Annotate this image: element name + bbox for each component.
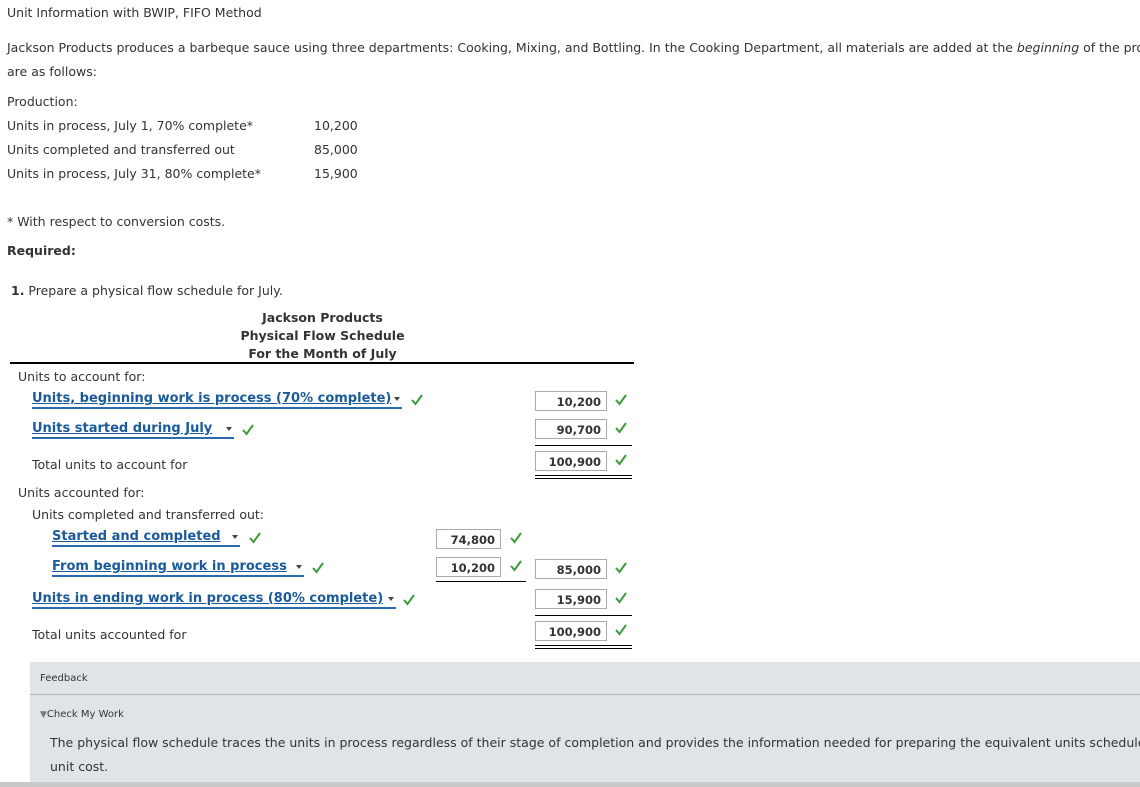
- production-label-completed: Units completed and transferred out: [7, 142, 235, 157]
- subtotal-rule: [535, 445, 632, 446]
- check-icon: [312, 562, 324, 574]
- horizontal-scrollbar[interactable]: [0, 782, 1140, 787]
- double-rule-top: [535, 475, 632, 476]
- started-select[interactable]: Units started during July: [32, 421, 234, 439]
- chevron-down-icon: [226, 427, 232, 431]
- check-icon: [615, 422, 627, 434]
- bwip-select[interactable]: Units, beginning work is process (70% co…: [32, 391, 402, 409]
- production-label-bwip: Units in process, July 1, 70% complete*: [7, 118, 254, 133]
- chevron-down-icon: [296, 565, 302, 569]
- page-title: Unit Information with BWIP, FIFO Method: [7, 5, 262, 20]
- check-icon: [510, 560, 522, 572]
- started-completed-select-label: Started and completed: [52, 529, 221, 544]
- schedule-title: Physical Flow Schedule: [240, 328, 405, 343]
- intro-text-end: of the process.: [1083, 40, 1140, 55]
- check-icon: [403, 594, 415, 606]
- check-icon: [615, 454, 627, 466]
- started-completed-select[interactable]: Started and completed: [52, 529, 240, 547]
- from-bwip-input[interactable]: 10,200: [436, 557, 501, 577]
- completed-subtotal-rule: [436, 581, 526, 582]
- check-icon: [615, 562, 627, 574]
- question-1: 1. Prepare a physical flow schedule for …: [11, 283, 283, 298]
- check-my-work-label: Check My Work: [46, 709, 124, 720]
- required-heading: Required:: [7, 243, 76, 258]
- check-icon: [242, 424, 254, 436]
- production-label-ewip: Units in process, July 31, 80% complete*: [7, 166, 261, 181]
- accounted-subtotal-rule: [535, 615, 632, 616]
- check-icon: [615, 592, 627, 604]
- question-text: Prepare a physical flow schedule for Jul…: [24, 283, 283, 298]
- completed-total-input[interactable]: 85,000: [535, 559, 607, 579]
- double-rule-top: [535, 645, 632, 646]
- check-icon: [615, 394, 627, 406]
- bwip-select-label: Units, beginning work is process (70% co…: [32, 391, 392, 406]
- started-completed-input[interactable]: 74,800: [436, 529, 501, 549]
- total-to-account-input[interactable]: 100,900: [535, 451, 607, 471]
- total-accounted-label: Total units accounted for: [32, 627, 187, 642]
- check-icon: [615, 624, 627, 636]
- check-icon: [510, 532, 522, 544]
- intro-paragraph-cont: are as follows:: [7, 64, 97, 79]
- production-value-bwip: 10,200: [314, 118, 358, 133]
- schedule-company: Jackson Products: [262, 310, 383, 325]
- ewip-select[interactable]: Units in ending work in process (80% com…: [32, 591, 396, 609]
- from-bwip-select-label: From beginning work in process: [52, 559, 287, 574]
- production-heading: Production:: [7, 94, 78, 109]
- started-select-label: Units started during July: [32, 421, 213, 436]
- units-accounted-heading: Units accounted for:: [18, 485, 145, 500]
- production-value-completed: 85,000: [314, 142, 358, 157]
- check-icon: [249, 532, 261, 544]
- feedback-label: Feedback: [40, 673, 88, 684]
- from-bwip-select[interactable]: From beginning work in process: [52, 559, 304, 577]
- started-input[interactable]: 90,700: [535, 419, 607, 439]
- production-value-ewip: 15,900: [314, 166, 358, 181]
- chevron-down-icon: [394, 397, 400, 401]
- bwip-input[interactable]: 10,200: [535, 391, 607, 411]
- total-to-account-label: Total units to account for: [32, 457, 188, 472]
- footnote: * With respect to conversion costs.: [7, 214, 226, 229]
- double-rule-bottom: [535, 648, 632, 649]
- completed-heading: Units completed and transferred out:: [32, 507, 265, 522]
- schedule-period: For the Month of July: [248, 346, 397, 361]
- units-to-account-heading: Units to account for:: [18, 369, 146, 384]
- intro-text-start: Jackson Products produces a barbeque sau…: [7, 40, 1017, 55]
- intro-emphasis: beginning: [1016, 40, 1080, 55]
- ewip-input[interactable]: 15,900: [535, 589, 607, 609]
- total-accounted-input[interactable]: 100,900: [535, 621, 607, 641]
- double-rule-bottom: [535, 478, 632, 479]
- chevron-down-icon: [232, 535, 238, 539]
- triangle-down-icon: ▼: [40, 710, 47, 720]
- check-icon: [411, 394, 423, 406]
- ewip-select-label: Units in ending work in process (80% com…: [32, 591, 384, 606]
- question-number: 1.: [11, 283, 25, 298]
- check-my-work-toggle[interactable]: ▼Check My Work: [40, 709, 124, 720]
- chevron-down-icon: [388, 597, 394, 601]
- feedback-text-line1: The physical flow schedule traces the un…: [50, 735, 1140, 750]
- feedback-text-line2: unit cost.: [50, 759, 109, 774]
- feedback-panel: [30, 662, 1140, 787]
- intro-paragraph: Jackson Products produces a barbeque sau…: [7, 40, 1140, 55]
- schedule-header-rule: [10, 362, 634, 364]
- feedback-divider: [30, 694, 1140, 695]
